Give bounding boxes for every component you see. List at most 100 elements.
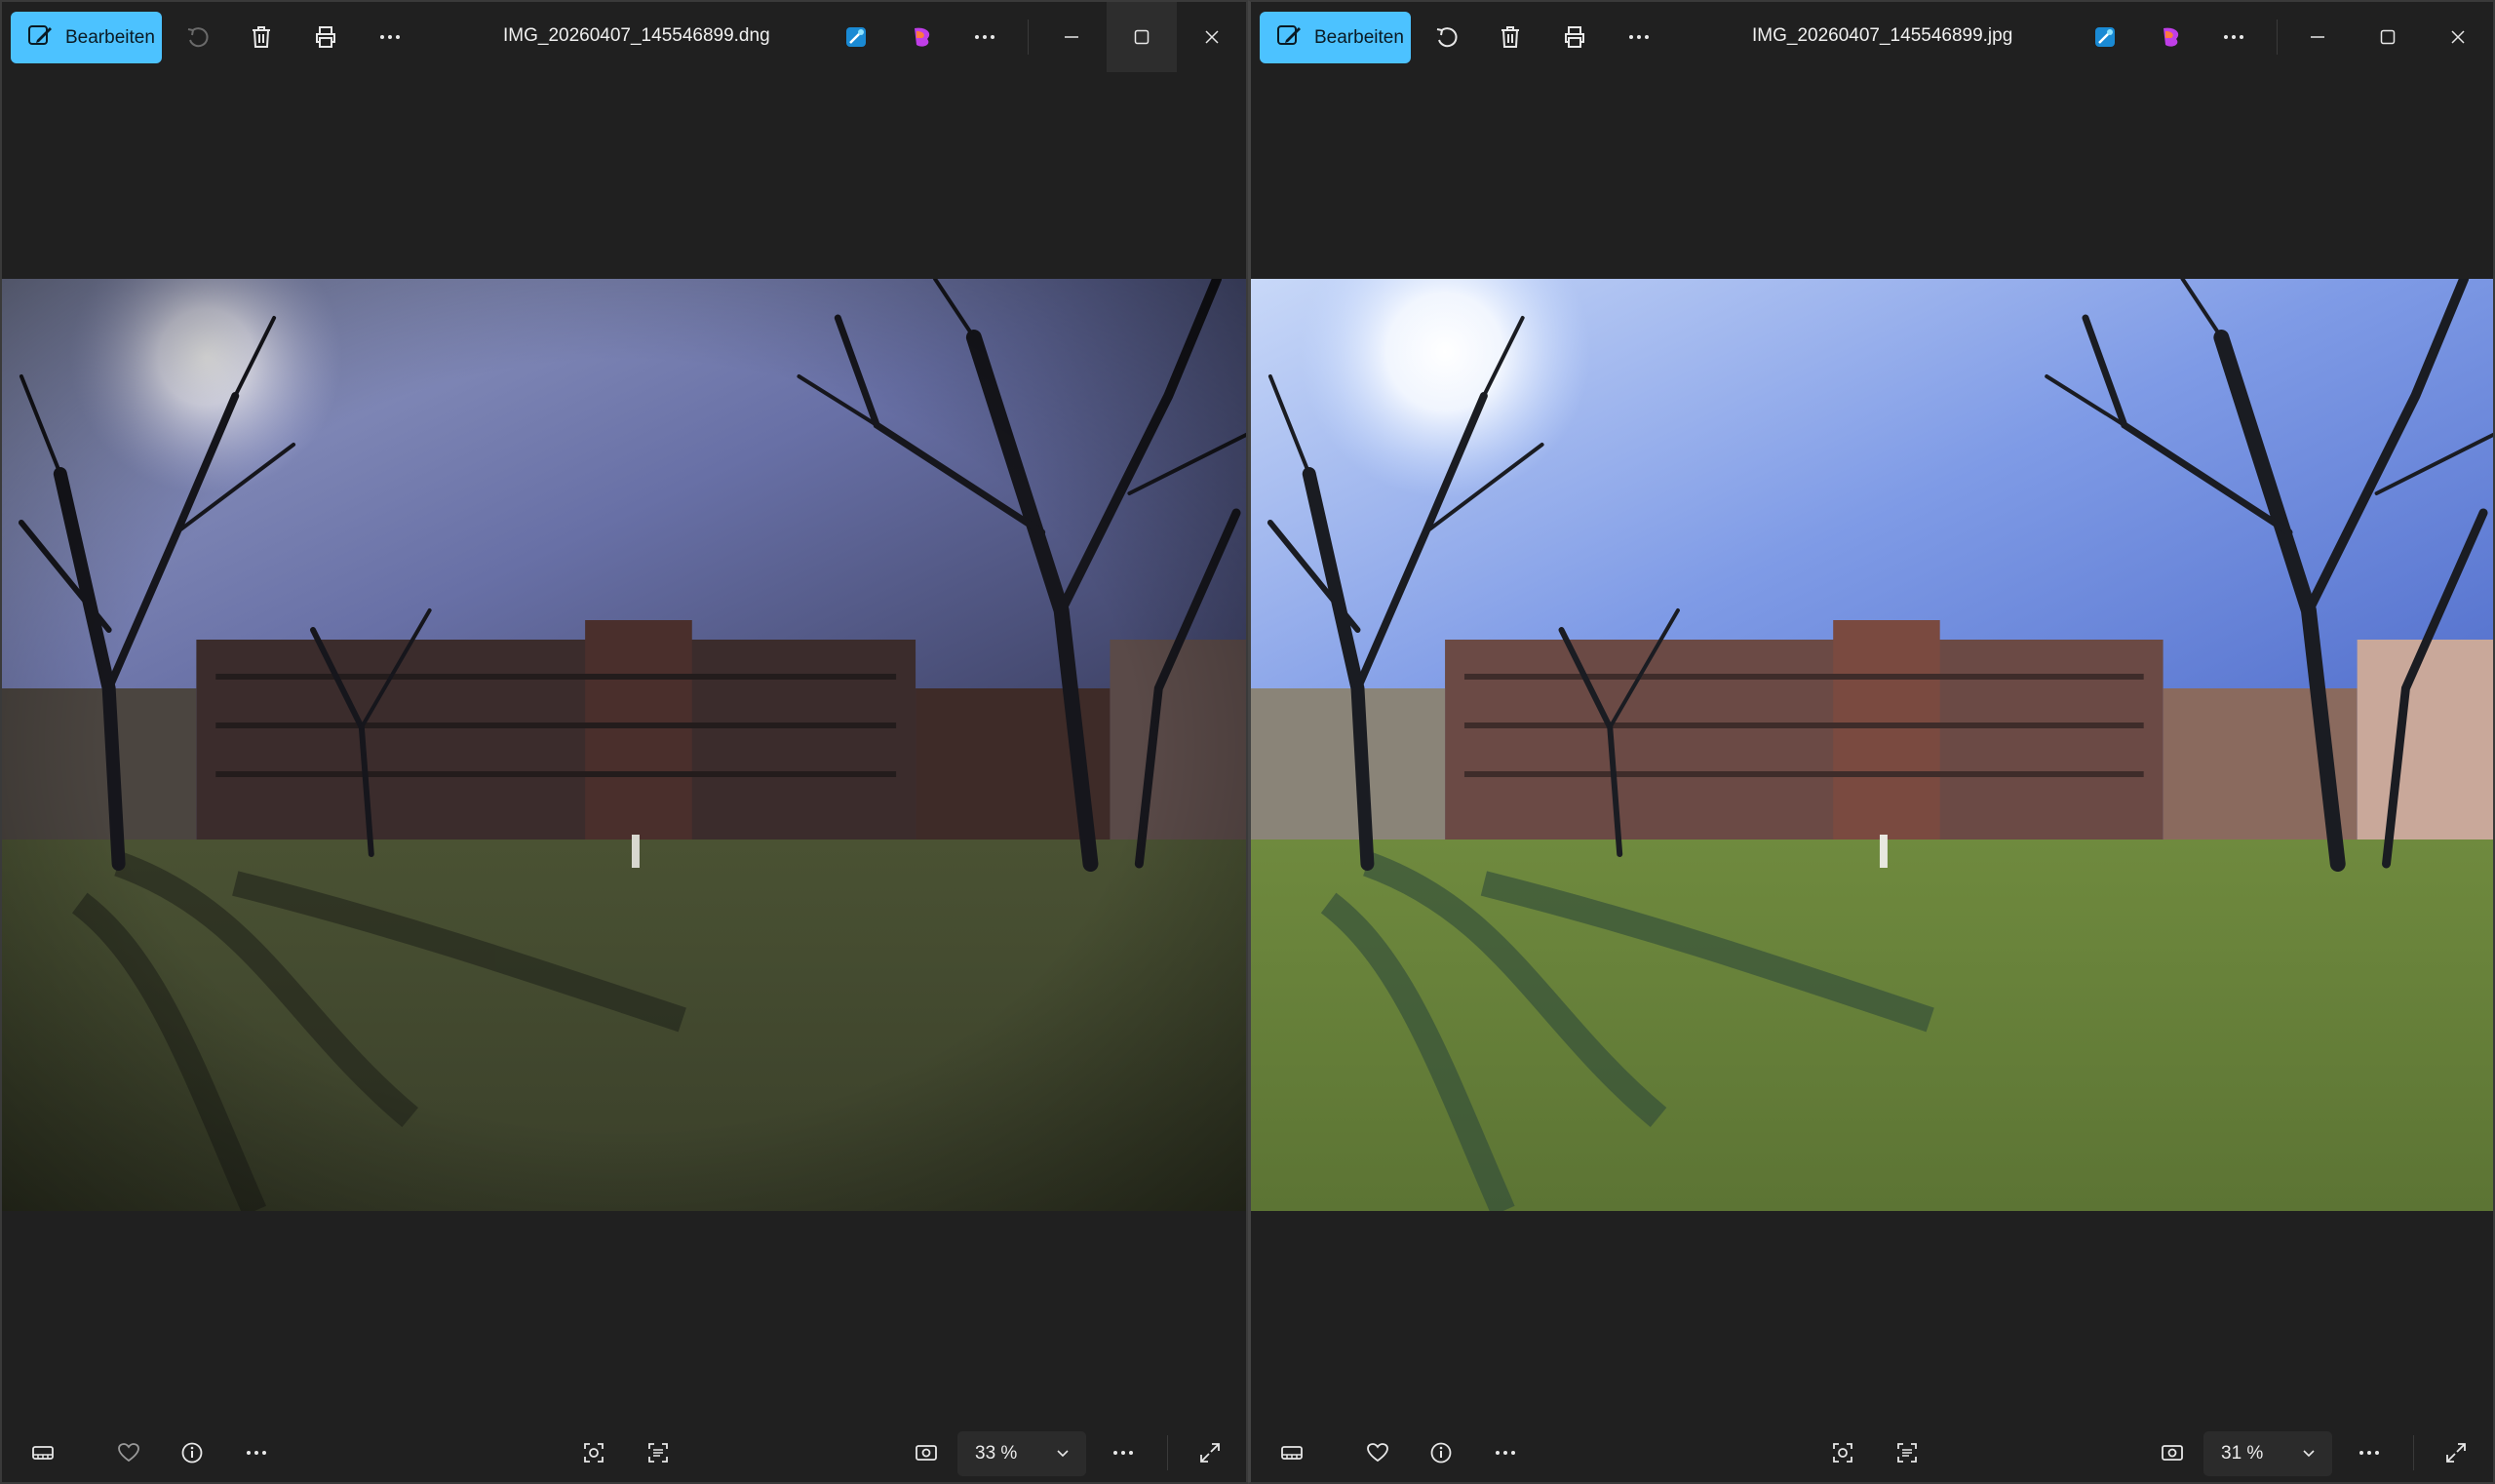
photo-canvas[interactable]: [2, 279, 1246, 1211]
file-title: IMG_20260407_145546899.dng: [503, 25, 770, 46]
zoom-more-button[interactable]: [2352, 1435, 2387, 1470]
bottom-more-button[interactable]: [239, 1435, 274, 1470]
zoom-dropdown[interactable]: 33 %: [957, 1431, 1086, 1476]
more-icon: [2224, 35, 2243, 39]
app-more-button[interactable]: [2216, 20, 2251, 55]
info-icon: [1430, 1442, 1452, 1464]
edit-button[interactable]: Bearbeiten: [11, 12, 162, 63]
more-icon: [1629, 35, 1649, 39]
visual-search-button[interactable]: [1825, 1435, 1860, 1470]
titlebar-separator: [1028, 20, 1029, 55]
zoom-value: 33 %: [975, 1443, 1018, 1464]
more-icon: [975, 35, 994, 39]
fullscreen-icon: [2446, 1443, 2466, 1463]
minimize-icon: [1065, 36, 1078, 38]
fit-to-window-button[interactable]: [909, 1435, 944, 1470]
more-icon: [1113, 1451, 1133, 1455]
text-recognition-button[interactable]: [1890, 1435, 1925, 1470]
fit-to-window-icon: [916, 1445, 937, 1461]
more-icon: [1496, 1451, 1515, 1455]
print-button[interactable]: [1557, 20, 1592, 55]
filmstrip-button[interactable]: [1274, 1435, 1309, 1470]
edit-button[interactable]: Bearbeiten: [1260, 12, 1411, 63]
maximize-icon: [1134, 29, 1150, 45]
title-bar: Bearbeiten IMG_20260407_145546899.jpg: [1251, 2, 2493, 72]
clipchamp-button[interactable]: [2154, 20, 2189, 55]
bottom-more-button[interactable]: [1488, 1435, 1523, 1470]
clipchamp-button[interactable]: [905, 20, 940, 55]
designer-icon: [846, 27, 866, 47]
bottombar-separator: [2413, 1435, 2414, 1470]
visual-search-button[interactable]: [576, 1435, 611, 1470]
filmstrip-button[interactable]: [25, 1435, 60, 1470]
delete-button[interactable]: [244, 20, 279, 55]
titlebar-separator: [2277, 20, 2278, 55]
more-icon: [380, 35, 400, 39]
text-recognition-icon: [648, 1443, 668, 1463]
delete-button[interactable]: [1493, 20, 1528, 55]
visual-search-icon: [1833, 1443, 1852, 1463]
clipchamp-icon: [915, 27, 930, 47]
fullscreen-icon: [1200, 1443, 1220, 1463]
photos-screen: Bearbeiten IMG_20260407_145546899.dng 33…: [0, 0, 2495, 1484]
fullscreen-button[interactable]: [1192, 1435, 1228, 1470]
delete-icon: [253, 26, 270, 48]
designer-button[interactable]: [838, 20, 874, 55]
favorite-button[interactable]: [111, 1435, 146, 1470]
info-button[interactable]: [1423, 1435, 1459, 1470]
maximize-button[interactable]: [1107, 2, 1177, 72]
edit-icon: [26, 21, 54, 55]
maximize-button[interactable]: [2353, 2, 2423, 72]
favorite-button[interactable]: [1360, 1435, 1395, 1470]
app-more-button[interactable]: [967, 20, 1002, 55]
edit-button-label: Bearbeiten: [65, 26, 155, 48]
more-icon: [247, 1451, 266, 1455]
text-recognition-icon: [1897, 1443, 1917, 1463]
delete-icon: [1501, 26, 1519, 48]
print-button[interactable]: [308, 20, 343, 55]
minimize-button[interactable]: [2282, 2, 2353, 72]
info-button[interactable]: [175, 1435, 210, 1470]
filmstrip-icon: [1281, 1446, 1303, 1460]
heart-icon: [1367, 1443, 1388, 1463]
designer-button[interactable]: [2087, 20, 2123, 55]
rotate-icon: [187, 27, 209, 48]
visual-search-icon: [584, 1443, 604, 1463]
print-icon: [316, 26, 335, 48]
rotate-button[interactable]: [180, 20, 215, 55]
more-options-button[interactable]: [372, 20, 408, 55]
edit-icon: [1275, 21, 1303, 55]
fit-to-window-icon: [2162, 1445, 2183, 1461]
print-icon: [1565, 26, 1584, 48]
file-title: IMG_20260407_145546899.jpg: [1752, 25, 2013, 46]
close-icon: [2451, 30, 2465, 44]
edit-button-label: Bearbeiten: [1314, 26, 1404, 48]
bottombar-separator: [1167, 1435, 1168, 1470]
text-recognition-button[interactable]: [641, 1435, 676, 1470]
minimize-button[interactable]: [1036, 2, 1107, 72]
more-options-button[interactable]: [1621, 20, 1657, 55]
chevron-down-icon: [1057, 1450, 1069, 1458]
zoom-dropdown[interactable]: 31 %: [2203, 1431, 2332, 1476]
fit-to-window-button[interactable]: [2155, 1435, 2190, 1470]
photo-image-dng: [2, 279, 1246, 1211]
photo-canvas[interactable]: [1251, 279, 2493, 1211]
photos-window-jpg: Bearbeiten IMG_20260407_145546899.jpg 31…: [1248, 0, 2495, 1484]
bottom-toolbar: 31 %: [1251, 1420, 2493, 1482]
fullscreen-button[interactable]: [2438, 1435, 2474, 1470]
zoom-more-button[interactable]: [1106, 1435, 1141, 1470]
close-button[interactable]: [1177, 2, 1246, 72]
chevron-down-icon: [2303, 1450, 2315, 1458]
title-bar: Bearbeiten IMG_20260407_145546899.dng: [2, 2, 1246, 72]
clipchamp-icon: [2164, 27, 2179, 47]
rotate-icon: [1436, 27, 1458, 48]
photo-image-jpg: [1251, 279, 2493, 1211]
zoom-value: 31 %: [2221, 1443, 2264, 1464]
close-button[interactable]: [2423, 2, 2493, 72]
rotate-button[interactable]: [1429, 20, 1464, 55]
heart-icon: [118, 1443, 139, 1463]
info-icon: [181, 1442, 203, 1464]
close-icon: [1205, 30, 1219, 44]
photos-window-dng: Bearbeiten IMG_20260407_145546899.dng 33…: [0, 0, 1248, 1484]
more-icon: [2359, 1451, 2379, 1455]
